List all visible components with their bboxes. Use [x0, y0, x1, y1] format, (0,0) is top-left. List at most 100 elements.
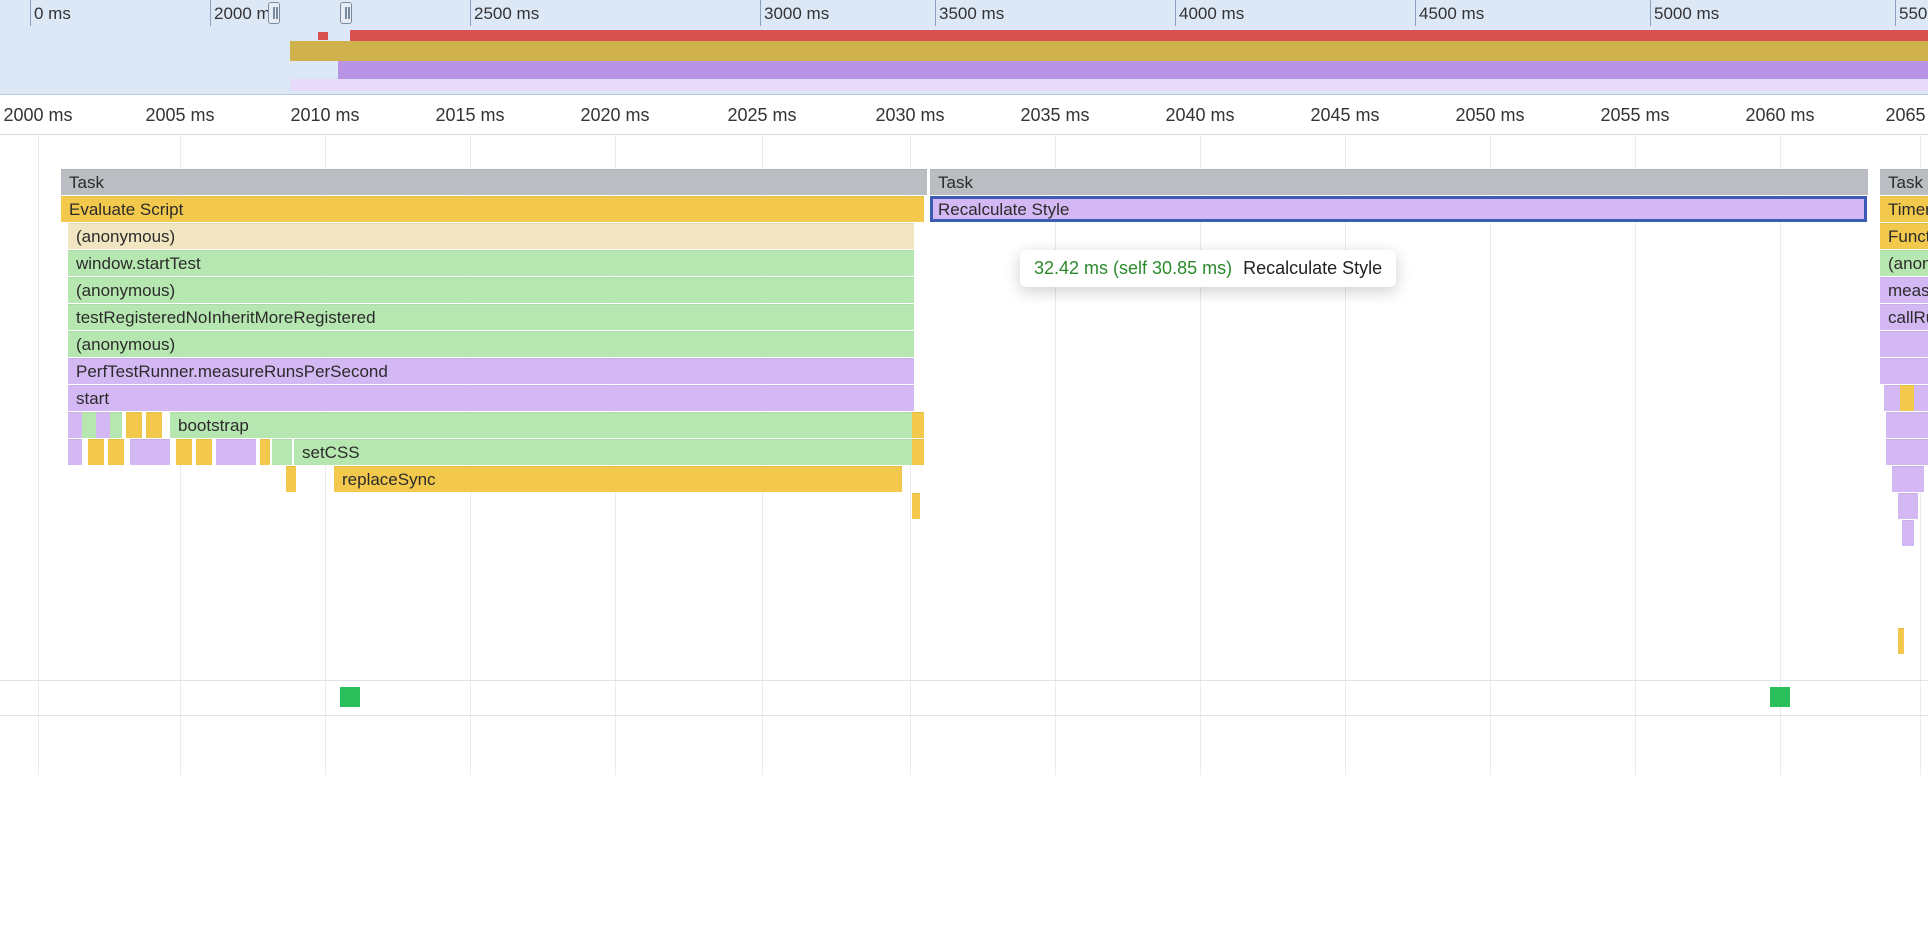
ruler-tick-label: 2040 ms	[1165, 105, 1234, 126]
overview-layer-gold	[290, 41, 1928, 61]
overview-tick-mark	[30, 0, 31, 26]
overview-tick-mark	[935, 0, 936, 26]
flame-entry[interactable]	[912, 439, 924, 465]
overview-tick-label: 5000 ms	[1654, 4, 1719, 24]
flame-entry[interactable]: (anony	[1880, 250, 1928, 276]
flame-entry[interactable]: bootstrap	[170, 412, 914, 438]
overview-tick-mark	[1175, 0, 1176, 26]
flame-entry[interactable]: replaceSync	[334, 466, 902, 492]
overview-layer-red	[350, 30, 1928, 41]
flame-entry[interactable]	[1880, 331, 1928, 357]
flame-entry[interactable]	[126, 412, 142, 438]
flame-entry[interactable]	[1900, 385, 1914, 411]
flame-entry[interactable]	[216, 439, 256, 465]
flame-entry[interactable]: Task	[1880, 169, 1928, 195]
gridline	[1055, 135, 1056, 775]
time-ruler[interactable]: 2000 ms 2005 ms 2010 ms 2015 ms 2020 ms 2025 …	[0, 95, 1928, 135]
overview-tick-mark	[1650, 0, 1651, 26]
flame-entry[interactable]	[1886, 439, 1928, 465]
flame-entry[interactable]	[912, 412, 924, 438]
tooltip-name: Recalculate Style	[1243, 258, 1382, 278]
flame-entry[interactable]	[1880, 358, 1928, 384]
track-divider	[0, 715, 1928, 716]
flame-chart[interactable]: TaskEvaluate Script(anonymous)window.sta…	[0, 135, 1928, 775]
ruler-tick-label: 2050 ms	[1455, 105, 1524, 126]
gridline	[1635, 135, 1636, 775]
overview-tick-mark	[1895, 0, 1896, 26]
flame-entry[interactable]: Recalculate Style	[930, 196, 1867, 222]
flame-entry[interactable]	[88, 439, 104, 465]
tooltip-timing: 32.42 ms (self 30.85 ms)	[1034, 258, 1232, 278]
flame-entry[interactable]	[108, 439, 124, 465]
flame-entry[interactable]	[130, 439, 170, 465]
flame-entry[interactable]	[272, 439, 292, 465]
overview-handle-right[interactable]	[340, 2, 352, 24]
overview-tick-mark	[470, 0, 471, 26]
overview-tick-mark	[210, 0, 211, 26]
flame-tooltip: 32.42 ms (self 30.85 ms) Recalculate Sty…	[1020, 250, 1396, 287]
ruler-tick-label: 2045 ms	[1310, 105, 1379, 126]
flame-entry[interactable]: measu	[1880, 277, 1928, 303]
track-divider	[0, 680, 1928, 681]
overview-tick-label: 3000 ms	[764, 4, 829, 24]
ruler-tick-label: 2035 ms	[1020, 105, 1089, 126]
flame-entry[interactable]	[196, 439, 212, 465]
ruler-tick-label: 2025 ms	[727, 105, 796, 126]
overview-tick-label: 4000 ms	[1179, 4, 1244, 24]
overview-tick-mark	[1415, 0, 1416, 26]
ruler-tick-label: 2030 ms	[875, 105, 944, 126]
flame-entry[interactable]: Task	[61, 169, 927, 195]
flame-entry[interactable]: start	[68, 385, 914, 411]
flame-entry[interactable]	[1898, 493, 1918, 519]
gridline	[1490, 135, 1491, 775]
flame-entry[interactable]	[176, 439, 192, 465]
flame-entry[interactable]	[1902, 520, 1914, 546]
flame-entry[interactable]	[110, 412, 122, 438]
overview-tick-label: 2500 ms	[474, 4, 539, 24]
ruler-tick-label: 2015 ms	[435, 105, 504, 126]
overview-layer-lavender	[290, 79, 1928, 91]
flame-entry[interactable]: Task	[930, 169, 1868, 195]
flame-entry[interactable]: (anonymous)	[68, 223, 914, 249]
flame-entry[interactable]: Evaluate Script	[61, 196, 914, 222]
flame-entry[interactable]	[1892, 466, 1924, 492]
flame-entry[interactable]	[1898, 628, 1904, 654]
flame-entry[interactable]	[286, 466, 296, 492]
flame-entry[interactable]: (anonymous)	[68, 277, 914, 303]
gridline	[1345, 135, 1346, 775]
flame-entry[interactable]: Timer F	[1880, 196, 1928, 222]
flame-entry[interactable]: testRegisteredNoInheritMoreRegistered	[68, 304, 914, 330]
gc-marker	[340, 687, 360, 707]
flame-entry[interactable]	[82, 412, 96, 438]
gc-marker	[1770, 687, 1790, 707]
ruler-tick-label: 2000 ms	[3, 105, 72, 126]
ruler-tick-label: 2060 ms	[1745, 105, 1814, 126]
flame-entry[interactable]	[1886, 412, 1928, 438]
ruler-tick-label: 2065 ms	[1885, 105, 1928, 126]
overview-tick-label: 5500 ms	[1899, 4, 1928, 24]
overview-layer-violet	[338, 61, 1928, 79]
ruler-tick-label: 2005 ms	[145, 105, 214, 126]
flame-entry[interactable]	[912, 196, 924, 222]
flame-entry[interactable]	[912, 493, 920, 519]
overview-handle-left[interactable]	[268, 2, 280, 24]
flame-entry[interactable]	[68, 412, 82, 438]
flame-entry[interactable]	[96, 412, 110, 438]
ruler-tick-label: 2020 ms	[580, 105, 649, 126]
gridline	[38, 135, 39, 775]
flame-entry[interactable]: (anonymous)	[68, 331, 914, 357]
flame-entry[interactable]: Functio	[1880, 223, 1928, 249]
flame-entry[interactable]: PerfTestRunner.measureRunsPerSecond	[68, 358, 914, 384]
flame-entry[interactable]	[146, 412, 162, 438]
overview-tick-label: 3500 ms	[939, 4, 1004, 24]
flame-entry[interactable]	[68, 439, 82, 465]
ruler-tick-label: 2010 ms	[290, 105, 359, 126]
flame-entry[interactable]	[260, 439, 270, 465]
overview-red-chip	[318, 32, 328, 40]
flame-entry[interactable]: setCSS	[294, 439, 914, 465]
timeline-overview[interactable]: 0 ms2000 ms2500 ms3000 ms3500 ms4000 ms4…	[0, 0, 1928, 95]
gridline	[1780, 135, 1781, 775]
flame-entry[interactable]: callRu	[1880, 304, 1928, 330]
overview-tick-label: 4500 ms	[1419, 4, 1484, 24]
flame-entry[interactable]: window.startTest	[68, 250, 914, 276]
